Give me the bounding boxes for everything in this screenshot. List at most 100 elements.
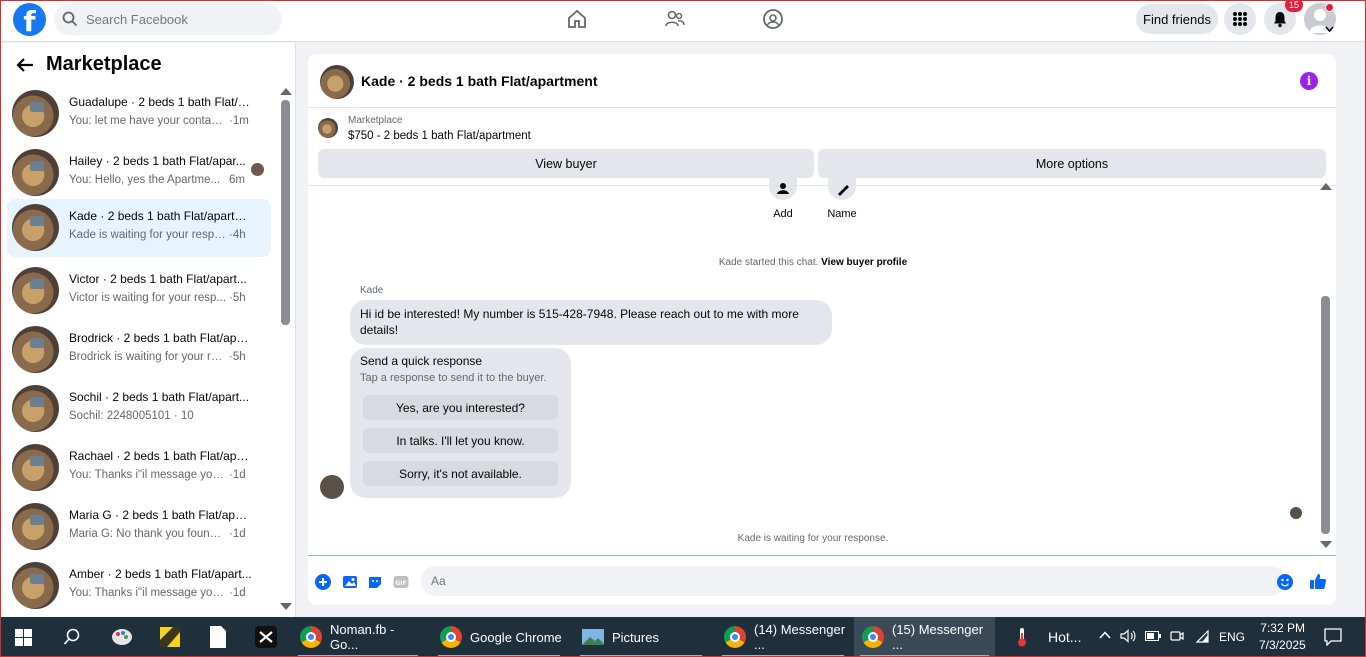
chat-panel: Kade · 2 beds 1 bath Flat/apartment i Ma… — [308, 54, 1336, 605]
battery-icon[interactable] — [1145, 631, 1161, 641]
menu-grid-button[interactable] — [1224, 3, 1256, 35]
notification-center-icon[interactable] — [1324, 628, 1342, 646]
conversation-title: Victor · 2 beds 1 bath Flat/apart... — [69, 272, 247, 286]
thumbs-up-icon[interactable] — [1309, 572, 1327, 590]
listing-thumbnail — [12, 385, 59, 432]
view-buyer-button[interactable]: View buyer — [318, 149, 814, 178]
message-input[interactable] — [421, 566, 1285, 596]
seen-avatar — [251, 163, 264, 176]
listing-thumbnail — [318, 118, 338, 138]
conversation-title: Sochil · 2 beds 1 bath Flat/apart... — [69, 390, 250, 404]
sender-name: Kade — [360, 285, 384, 296]
buyer-avatar[interactable] — [320, 475, 344, 499]
taskbar-search-icon[interactable] — [63, 628, 81, 646]
profile-alert-dot — [1325, 3, 1334, 12]
taskbar-window-label: Google Chrome — [470, 629, 562, 645]
conversation-item[interactable]: Guadalupe · 2 beds 1 bath Flat/a... You:… — [7, 85, 271, 143]
add-person-icon[interactable] — [769, 178, 797, 200]
clock[interactable]: 7:32 PM 7/3/2025 — [1259, 621, 1306, 652]
scroll-up-arrow-icon[interactable] — [1320, 183, 1332, 190]
conversation-item[interactable]: Rachael · 2 beds 1 bath Flat/apart... Yo… — [7, 439, 271, 497]
sticker-icon[interactable] — [367, 574, 383, 590]
conversation-item[interactable]: Hailey · 2 beds 1 bath Flat/apar... You:… — [7, 144, 271, 202]
emoji-icon[interactable] — [1277, 574, 1293, 590]
conversation-preview: Kade is waiting for your respo... — [69, 229, 227, 241]
quick-response-card: Send a quick response Tap a response to … — [350, 348, 571, 498]
edit-name-icon[interactable] — [828, 178, 856, 200]
taskbar-window-chrome[interactable]: Google Chrome — [432, 617, 566, 657]
listing-thumbnail — [12, 204, 59, 251]
windows-start-icon[interactable] — [15, 629, 32, 646]
quick-response-option[interactable]: In talks. I'll let you know. — [363, 428, 558, 453]
home-icon[interactable] — [566, 8, 588, 30]
incoming-message-bubble[interactable]: Hi id be interested! My number is 515-42… — [350, 300, 832, 345]
plus-circle-icon[interactable] — [315, 574, 331, 590]
quick-response-option[interactable]: Yes, are you interested? — [363, 395, 558, 420]
groups-icon[interactable] — [762, 8, 784, 30]
tray-chevron-up-icon[interactable] — [1099, 631, 1111, 639]
find-friends-button[interactable]: Find friends — [1136, 4, 1218, 34]
conversation-item-active[interactable]: Kade · 2 beds 1 bath Flat/apartm... Kade… — [7, 199, 271, 257]
marketplace-sidebar: Marketplace Guadalupe · 2 beds 1 bath Fl… — [0, 43, 296, 617]
friends-icon[interactable] — [664, 8, 686, 30]
conversation-title: Brodrick · 2 beds 1 bath Flat/apar... — [69, 331, 253, 345]
weather-widget[interactable]: Hot... — [1016, 617, 1086, 657]
more-options-button[interactable]: More options — [818, 149, 1326, 178]
scroll-down-arrow-icon[interactable] — [280, 603, 292, 610]
conversation-time: ·5h — [229, 292, 246, 304]
conversation-preview: You: let me have your contact ... — [69, 115, 227, 127]
conversation-time: ·1m — [229, 115, 249, 127]
sidebar-title: Marketplace — [46, 53, 162, 75]
facebook-logo-icon[interactable]: f — [13, 3, 46, 38]
speaker-icon[interactable] — [1120, 629, 1136, 643]
taskbar-window-pictures[interactable]: Pictures — [574, 617, 708, 657]
taskbar-window-noman[interactable]: Noman.fb - Go... — [292, 617, 424, 657]
top-bar: f Find friends 15 — [0, 0, 1366, 42]
conversation-preview: Brodrick is waiting for your res... — [69, 351, 227, 363]
paint-app-icon[interactable] — [110, 626, 134, 648]
chrome-icon — [300, 626, 322, 648]
conversation-time: 6m — [229, 174, 245, 186]
listing-label: Marketplace — [348, 115, 403, 126]
gif-icon[interactable]: GIF — [393, 574, 409, 590]
chevron-down-icon[interactable] — [1325, 26, 1334, 33]
sidebar-scrollbar[interactable] — [281, 100, 290, 325]
taskbar-window-messenger-15[interactable]: (15) Messenger ... — [854, 617, 995, 657]
chat-listing-thumbnail[interactable] — [320, 65, 354, 99]
conversation-time: ·4h — [229, 229, 246, 241]
back-arrow-icon[interactable] — [16, 57, 34, 73]
conversation-preview: Maria G: No thank you found ... — [69, 528, 227, 540]
info-icon[interactable]: i — [1300, 72, 1318, 90]
scroll-up-arrow-icon[interactable] — [280, 88, 292, 95]
conversation-item[interactable]: Victor · 2 beds 1 bath Flat/apart... Vic… — [7, 262, 271, 320]
message-scrollbar[interactable] — [1321, 296, 1330, 534]
conversation-item[interactable]: Maria G · 2 beds 1 bath Flat/apart... Ma… — [7, 498, 271, 556]
quick-response-title: Send a quick response — [360, 354, 483, 368]
conversation-time: ·5h — [229, 351, 246, 363]
sticky-notes-icon[interactable] — [159, 626, 181, 648]
quick-response-option[interactable]: Sorry, it's not available. — [363, 461, 558, 486]
name-label: Name — [827, 208, 857, 220]
conversation-title: Kade · 2 beds 1 bath Flat/apartm... — [69, 209, 253, 223]
conversation-item[interactable]: Sochil · 2 beds 1 bath Flat/apart... Soc… — [7, 380, 271, 438]
capcut-app-icon[interactable] — [255, 626, 277, 648]
listing-thumbnail — [12, 149, 59, 196]
language-indicator[interactable]: ENG — [1219, 630, 1245, 644]
conversation-preview: Victor is waiting for your resp... — [69, 292, 227, 304]
windows-taskbar: Noman.fb - Go... Google Chrome Pictures … — [0, 617, 1366, 657]
scroll-down-arrow-icon[interactable] — [1320, 541, 1332, 548]
conversation-item[interactable]: Amber · 2 beds 1 bath Flat/apart... You:… — [7, 557, 271, 615]
listing-price[interactable]: $750 - 2 beds 1 bath Flat/apartment — [348, 130, 531, 142]
wifi-icon[interactable] — [1194, 629, 1210, 643]
thermometer-icon — [1018, 628, 1026, 647]
camera-privacy-icon[interactable] — [1170, 629, 1184, 643]
view-buyer-profile-link[interactable]: View buyer profile — [821, 257, 907, 268]
taskbar-window-label: (15) Messenger ... — [892, 622, 984, 652]
conversation-item[interactable]: Brodrick · 2 beds 1 bath Flat/apar... Br… — [7, 321, 271, 379]
taskbar-window-messenger-14[interactable]: (14) Messenger ... — [716, 617, 850, 657]
document-app-icon[interactable] — [209, 625, 227, 649]
search-box[interactable] — [54, 3, 282, 35]
chat-title[interactable]: Kade · 2 beds 1 bath Flat/apartment — [361, 73, 598, 89]
photo-icon[interactable] — [342, 574, 358, 590]
search-input[interactable] — [86, 11, 266, 27]
